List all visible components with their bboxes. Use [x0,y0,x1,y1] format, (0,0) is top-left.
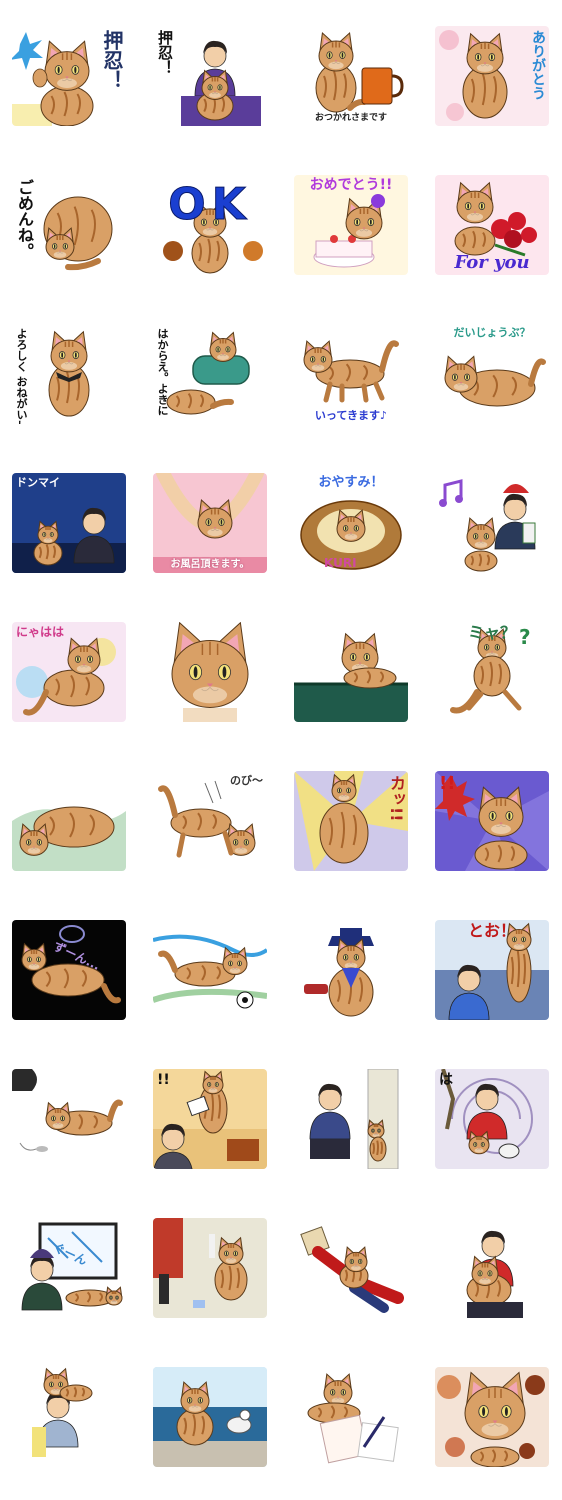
sticker-cat-rose[interactable]: For you [435,175,549,275]
sticker-caption: のび〜 [230,774,263,787]
sticker-station[interactable] [294,920,408,1020]
sticker-illustration [294,622,408,722]
sticker-face-close[interactable] [153,622,267,722]
sticker-pounce[interactable]: とお！ [435,920,549,1020]
sticker-caption: ありがとう [530,30,546,100]
sticker-illustration [12,1367,126,1467]
sticker-illustration [12,324,126,424]
sticker-cat-sit[interactable]: ありがとう [435,26,549,126]
sticker-illustration [294,1218,408,1318]
sticker-door[interactable] [294,1069,408,1169]
sticker-caption: 押忍！ [156,30,174,75]
sticker-illustration [435,324,549,424]
sticker-bath[interactable]: お風呂頂きます。 [153,473,267,573]
sticker-cat-bow[interactable]: よろしく おねがいします [12,324,126,424]
sticker-illustration [12,920,126,1020]
sticker-illustration [294,26,408,126]
sticker-chair[interactable] [294,622,408,722]
sticker-dark[interactable]: ずーん... [12,920,126,1020]
sticker-illustration [435,1218,549,1318]
sticker-illustration [294,1069,408,1169]
sticker-cat-lie[interactable]: だいじょうぶ？ [435,324,549,424]
sticker-illustration [153,1218,267,1318]
sticker-caption: ミャ？ [467,623,516,642]
sticker-caption: !! [439,773,456,794]
sticker-illustration [153,473,267,573]
sticker-cat-curl[interactable]: ごめんね。 [12,175,126,275]
sticker-man-cat[interactable]: 押忍！ [153,26,267,126]
sticker-caption: よろしく おねがいします [15,328,28,424]
sticker-caption: とお！ [467,921,516,940]
sticker-caption: は [439,1072,453,1088]
sticker-cat-cake[interactable]: おめでとう!! [294,175,408,275]
sticker-cat-wave[interactable]: 押忍！ [12,26,126,126]
sticker-caption: おつかれさまです [314,113,387,123]
sticker-bed[interactable]: KURI おやすみ！ [294,473,408,573]
sticker-flash[interactable]: カッ!! [294,771,408,871]
sticker-caption: 押忍！ [100,30,124,90]
sticker-laugh[interactable]: にゃはは [12,622,126,722]
sticker-autumn[interactable] [435,1367,549,1467]
sticker-cat-jump[interactable]: ? ミャ？ [435,622,549,722]
sticker-cat-mug[interactable]: おつかれさまです [294,26,408,126]
sticker-music[interactable] [435,473,549,573]
sticker-cat-ok[interactable]: OK [153,175,267,275]
sticker-illustration [153,1367,267,1467]
sticker-caption: ごめんね。 [15,179,34,259]
sticker-toy[interactable] [12,1069,126,1169]
sticker-illustration [294,920,408,1020]
sticker-caption: ドンマイ [16,476,60,489]
sticker-caption: だいじょうぶ？ [453,326,531,339]
svg-text:KURI: KURI [324,556,357,570]
sticker-illustration [12,771,126,871]
sticker-hug[interactable] [435,1218,549,1318]
sticker-cat-walk[interactable]: いってきます♪ [294,324,408,424]
sticker-sea[interactable] [153,1367,267,1467]
sticker-illustration [153,324,267,424]
sticker-night-sit[interactable]: ドンマイ [12,473,126,573]
sticker-illustration [12,1218,126,1318]
sticker-shoulder[interactable] [12,1367,126,1467]
sticker-illustration [294,1367,408,1467]
sticker-illustration [435,1367,549,1467]
sticker-illustration [153,920,267,1020]
sticker-caption: おめでとう!! [309,177,393,193]
sticker-spiral[interactable]: は [435,1069,549,1169]
sticker-caption: カッ!! [387,775,406,822]
sticker-caption: はからえ。よきに [156,328,169,416]
sticker-caption: にゃはは [16,625,65,639]
sticker-caption: いってきます♪ [314,409,388,422]
sticker-caption: OK [168,179,252,230]
sticker-shock[interactable]: !! [435,771,549,871]
sticker-caption: おやすみ！ [318,475,384,490]
sticker-letter[interactable] [294,1367,408,1467]
sticker-mess[interactable] [153,1218,267,1318]
sticker-caption: お風呂頂きます。 [170,559,250,570]
sticker-grid: 押忍！ 押忍！ おつかれさまです ありがとう ごめんね。 OK おめでとう!! … [12,26,552,1486]
sticker-chaos[interactable]: !! [153,1069,267,1169]
sticker-illustration [435,473,549,573]
sticker-cat-lounge[interactable]: はからえ。よきに [153,324,267,424]
sticker-computer[interactable]: ぐーん [12,1218,126,1318]
sticker-grass[interactable] [12,771,126,871]
sticker-illustration [12,1069,126,1169]
sticker-illustration [153,622,267,722]
sticker-soccer[interactable] [153,920,267,1020]
sticker-illustration [153,1069,267,1169]
sticker-box-head[interactable] [294,1218,408,1318]
sticker-stretch[interactable]: のび〜 [153,771,267,871]
sticker-caption: !! [157,1072,170,1088]
sticker-caption: For you [454,252,530,273]
